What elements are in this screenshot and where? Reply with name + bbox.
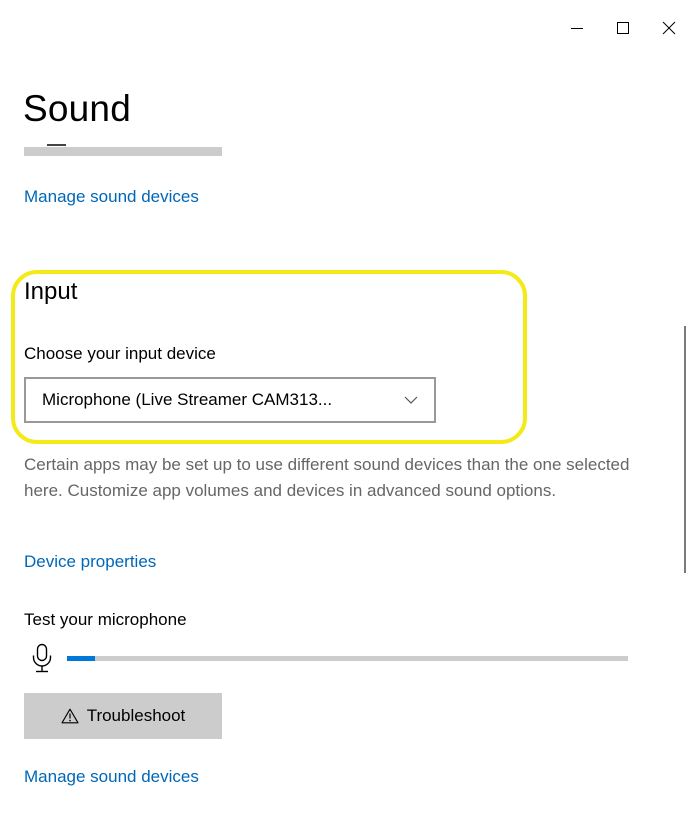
page-title: Sound	[23, 88, 131, 129]
output-volume-thumb[interactable]	[47, 144, 66, 146]
test-microphone-label: Test your microphone	[24, 610, 187, 629]
close-button[interactable]	[646, 0, 692, 56]
input-description: Certain apps may be set up to use differ…	[24, 455, 630, 500]
close-icon	[662, 21, 676, 35]
maximize-button[interactable]	[600, 0, 646, 56]
manage-sound-devices-link-input[interactable]: Manage sound devices	[24, 767, 199, 787]
minimize-button[interactable]	[554, 0, 600, 56]
input-section-heading: Input	[24, 278, 78, 305]
window-controls	[554, 0, 692, 56]
troubleshoot-button[interactable]: Troubleshoot	[24, 693, 222, 739]
maximize-icon	[617, 22, 629, 34]
microphone-level-fill	[67, 656, 96, 661]
scrollbar[interactable]	[684, 326, 686, 573]
chevron-down-icon	[404, 396, 418, 404]
device-properties-link[interactable]: Device properties	[24, 552, 156, 572]
microphone-level-meter	[67, 656, 628, 661]
input-device-selected-value: Microphone (Live Streamer CAM313...	[42, 390, 333, 409]
input-device-dropdown[interactable]: Microphone (Live Streamer CAM313...	[24, 377, 436, 423]
microphone-icon	[32, 643, 52, 673]
troubleshoot-label: Troubleshoot	[86, 706, 186, 725]
manage-sound-devices-link-output[interactable]: Manage sound devices	[24, 187, 199, 207]
warning-icon	[61, 708, 79, 724]
output-volume-slider[interactable]	[24, 147, 222, 156]
input-device-label: Choose your input device	[24, 344, 216, 363]
minimize-icon	[571, 28, 583, 29]
